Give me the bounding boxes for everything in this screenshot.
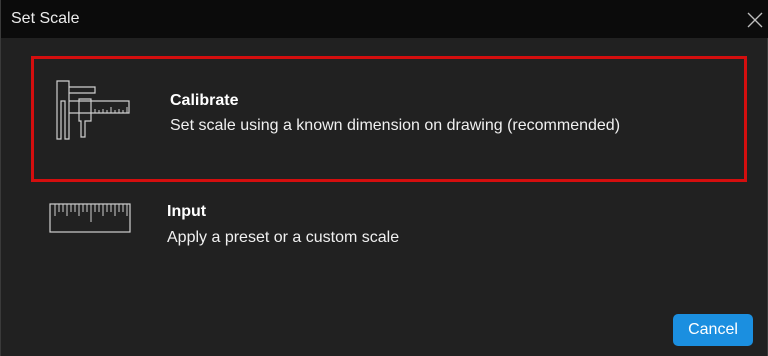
option-description: Set scale using a known dimension on dra…	[170, 117, 621, 134]
cancel-button[interactable]: Cancel	[673, 314, 753, 346]
close-icon[interactable]	[745, 10, 765, 30]
option-title: Input	[167, 203, 207, 220]
calibrate-option[interactable]: Calibrate Set scale using a known dimens…	[31, 56, 747, 182]
ruler-icon	[49, 203, 131, 233]
caliper-icon	[56, 80, 130, 140]
dialog-title: Set Scale	[11, 10, 80, 27]
input-option[interactable]: Input Apply a preset or a custom scale	[31, 192, 747, 264]
option-description: Apply a preset or a custom scale	[167, 229, 400, 246]
title-bar: Set Scale	[1, 0, 768, 38]
option-title: Calibrate	[170, 92, 239, 109]
set-scale-dialog: Set Scale Calibrate Set scale using a kn…	[0, 0, 768, 356]
